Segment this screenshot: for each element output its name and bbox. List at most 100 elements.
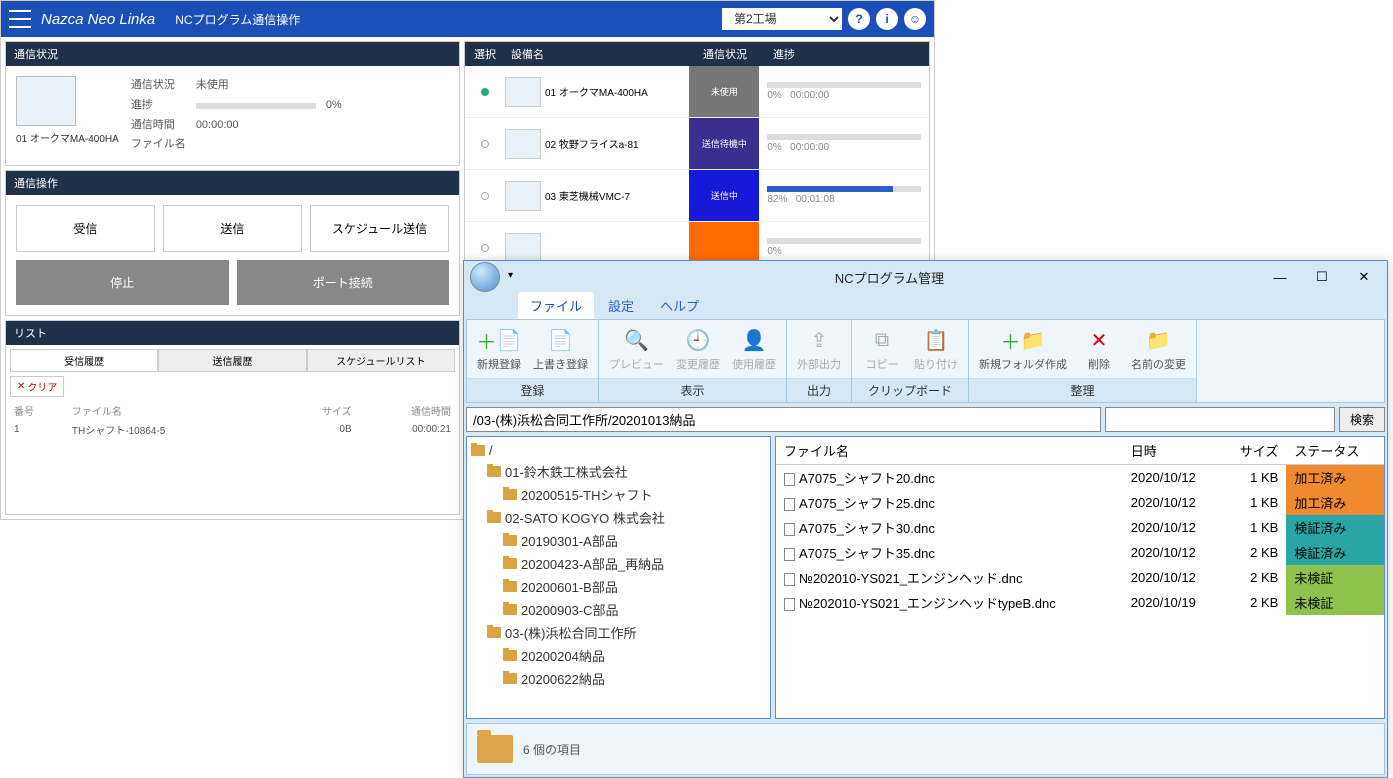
file-list[interactable]: ファイル名 日時 サイズ ステータス A7075_シャフト20.dnc2020/… [775,436,1385,719]
folder-icon [487,466,501,477]
file-row[interactable]: A7075_シャフト30.dnc2020/10/121 KB検証済み [776,515,1384,540]
new-folder-button[interactable]: ＋📁新規フォルダ作成 [973,324,1073,374]
window-title: NCプログラム管理 [520,268,1259,287]
file-row[interactable]: A7075_シャフト35.dnc2020/10/122 KB検証済み [776,540,1384,565]
tab-send-history[interactable]: 送信履歴 [158,349,306,371]
radio-icon[interactable] [481,192,489,200]
search-button[interactable]: 検索 [1339,407,1385,432]
history-table: 番号 ファイル名 サイズ 通信時間 1 THシャフト-10864-5 0B 00… [10,401,455,439]
menubar: ファイル 設定 ヘルプ [464,293,1387,319]
paste-icon: 📋 [922,326,950,354]
col-status[interactable]: ステータス [1286,437,1384,465]
rename-button[interactable]: 📁名前の変更 [1125,324,1192,374]
page-title: NCプログラム通信操作 [175,11,300,28]
status-badge: 未検証 [1286,590,1384,615]
info-icon[interactable]: i [876,8,898,30]
app-icon [470,262,500,292]
machine-name: 01 オークマMA-400HA [16,130,119,145]
folder-icon [503,673,517,684]
folder-tree[interactable]: /01-鈴木鉄工株式会社20200515-THシャフト02-SATO KOGYO… [466,436,771,719]
tree-node[interactable]: / [471,441,766,460]
nc-program-manager-window: ▾ NCプログラム管理 — ☐ ✕ ファイル 設定 ヘルプ ＋📄新規登録 📄上書… [463,260,1388,778]
menu-icon[interactable] [9,10,31,28]
receive-button[interactable]: 受信 [16,205,155,252]
radio-icon[interactable] [481,244,489,252]
copy-icon: ⧉ [868,326,896,354]
list-panel-title: リスト [6,321,459,345]
file-icon [784,523,795,536]
ribbon: ＋📄新規登録 📄上書き登録 登録 🔍プレビュー 🕘変更履歴 👤使用履歴 表示 ⇪… [466,319,1385,403]
menu-settings[interactable]: 設定 [596,292,646,319]
menu-help[interactable]: ヘルプ [648,292,711,319]
menu-file[interactable]: ファイル [518,292,594,319]
export-button[interactable]: ⇪外部出力 [791,324,847,374]
copy-button[interactable]: ⧉コピー [856,324,908,374]
port-connect-button[interactable]: ポート接続 [237,260,450,305]
tree-node[interactable]: 20200622納品 [471,667,766,690]
machine-thumb [505,129,541,159]
titlebar[interactable]: ▾ NCプログラム管理 — ☐ ✕ [464,261,1387,293]
history-icon: 🕘 [684,326,712,354]
folder-icon [503,489,517,500]
preview-button[interactable]: 🔍プレビュー [603,324,670,374]
clear-button[interactable]: ✕クリア [10,376,64,397]
schedule-send-button[interactable]: スケジュール送信 [310,205,449,252]
col-date[interactable]: 日時 [1123,437,1221,465]
user-icon[interactable]: ☺ [904,8,926,30]
help-icon[interactable]: ? [848,8,870,30]
progress-bar [767,238,921,244]
col-size[interactable]: サイズ [1221,437,1287,465]
tree-node[interactable]: 02-SATO KOGYO 株式会社 [471,506,766,529]
minimize-button[interactable]: — [1259,263,1301,291]
usage-history-button[interactable]: 👤使用履歴 [726,324,782,374]
status-badge: 送信中 [689,170,759,221]
tab-schedule-list[interactable]: スケジュールリスト [307,349,455,371]
tree-node[interactable]: 20200515-THシャフト [471,483,766,506]
statusbar: 6 個の項目 [466,723,1385,775]
tree-node[interactable]: 20190301-A部品 [471,529,766,552]
file-icon [784,473,795,486]
new-register-button[interactable]: ＋📄新規登録 [471,324,527,374]
send-button[interactable]: 送信 [163,205,302,252]
search-input[interactable] [1105,407,1335,432]
tree-node[interactable]: 03-(株)浜松合同工作所 [471,621,766,644]
tree-node[interactable]: 20200204納品 [471,644,766,667]
app-name: Nazca Neo Linka [41,11,155,28]
tree-node[interactable]: 01-鈴木鉄工株式会社 [471,460,766,483]
file-row[interactable]: A7075_シャフト25.dnc2020/10/121 KB加工済み [776,490,1384,515]
equipment-row[interactable]: 03 東芝機械VMC-7送信中82% 00:01:08 [465,170,929,222]
ops-panel-title: 通信操作 [6,171,459,195]
plant-select[interactable]: 第2工場 [722,8,842,30]
overwrite-register-button[interactable]: 📄上書き登録 [527,324,594,374]
file-row[interactable]: №202010-YS021_エンジンヘッドtypeB.dnc2020/10/19… [776,590,1384,615]
radio-icon[interactable] [481,88,489,96]
folder-icon [503,650,517,661]
new-folder-icon: ＋📁 [1009,326,1037,354]
path-input[interactable] [466,407,1101,432]
maximize-button[interactable]: ☐ [1301,263,1343,291]
col-filename[interactable]: ファイル名 [776,437,1123,465]
user-history-icon: 👤 [740,326,768,354]
stop-button[interactable]: 停止 [16,260,229,305]
file-row[interactable]: A7075_シャフト20.dnc2020/10/121 KB加工済み [776,465,1384,491]
equipment-row[interactable]: 02 牧野フライスa-81送信待機中0% 00:00:00 [465,118,929,170]
file-icon: 📄 [547,326,575,354]
tree-node[interactable]: 20200423-A部品_再納品 [471,552,766,575]
delete-button[interactable]: ✕削除 [1073,324,1125,374]
search-file-icon: 🔍 [623,326,651,354]
folder-icon [503,581,517,592]
close-button[interactable]: ✕ [1343,263,1385,291]
change-history-button[interactable]: 🕘変更履歴 [670,324,726,374]
machine-image [16,76,76,126]
folder-icon [487,627,501,638]
equipment-row[interactable]: 01 オークマMA-400HA未使用0% 00:00:00 [465,66,929,118]
status-badge: 未検証 [1286,565,1384,590]
radio-icon[interactable] [481,140,489,148]
paste-button[interactable]: 📋貼り付け [908,324,964,374]
tab-receive-history[interactable]: 受信履歴 [10,349,158,371]
tree-node[interactable]: 20200903-C部品 [471,598,766,621]
table-row[interactable]: 1 THシャフト-10864-5 0B 00:00:21 [10,420,455,439]
export-icon: ⇪ [805,326,833,354]
file-row[interactable]: №202010-YS021_エンジンヘッド.dnc2020/10/122 KB未… [776,565,1384,590]
tree-node[interactable]: 20200601-B部品 [471,575,766,598]
